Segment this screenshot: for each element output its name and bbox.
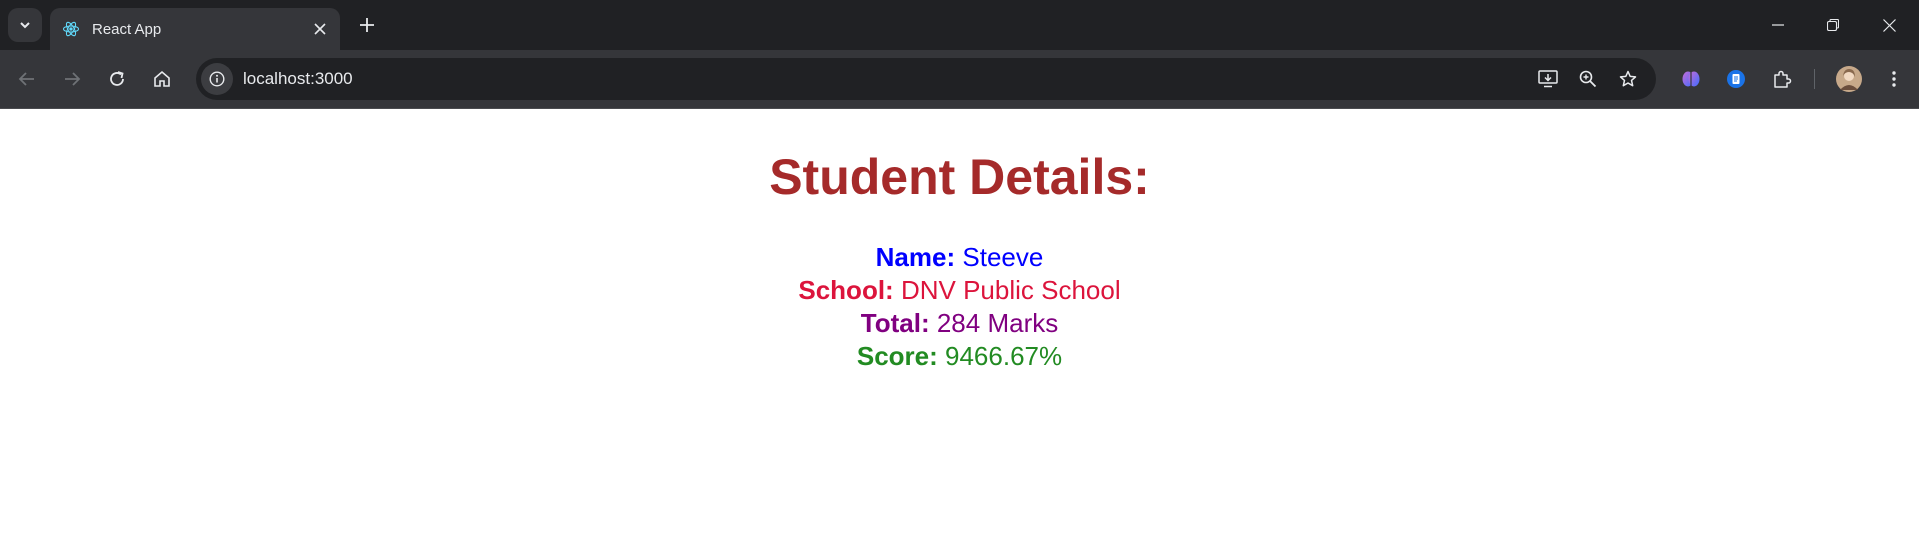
student-total-value: 284 Marks [936, 308, 1059, 338]
reload-icon [110, 71, 124, 86]
tab-title: React App [92, 20, 162, 38]
forward-button[interactable] [56, 63, 88, 95]
tab-search-icon [20, 22, 30, 29]
student-name-label: Name: [875, 242, 956, 272]
star-icon [1619, 70, 1637, 87]
extension-doc-icon [1727, 70, 1745, 88]
avatar [1836, 66, 1862, 92]
install-app-button[interactable] [1532, 63, 1564, 95]
address-bar[interactable]: localhost:3000 [196, 58, 1656, 100]
zoom-icon [1579, 70, 1597, 88]
tab-search-button[interactable] [8, 8, 42, 42]
student-score-value: 9466.67% [945, 341, 1063, 371]
toolbar-divider [1814, 69, 1815, 89]
window-close-button[interactable] [1866, 0, 1912, 50]
url-text[interactable]: localhost:3000 [243, 69, 1532, 89]
install-app-icon [1538, 70, 1558, 88]
minimize-icon [1772, 24, 1784, 26]
back-button[interactable] [11, 63, 43, 95]
student-name-row: Name: Steeve [0, 241, 1919, 274]
toolbar-bottom-border [0, 108, 1919, 109]
student-total-row: Total: 284 Marks [0, 307, 1919, 340]
page-title: Student Details: [769, 149, 1150, 205]
bookmark-button[interactable] [1612, 63, 1644, 95]
home-icon [154, 70, 170, 87]
reload-button[interactable] [101, 63, 133, 95]
student-total-label: Total: [860, 308, 930, 338]
browser-toolbar: localhost:3000 [0, 50, 1919, 108]
home-button[interactable] [146, 63, 178, 95]
minimize-button[interactable] [1755, 0, 1801, 50]
browser-titlebar: React App [0, 0, 1919, 50]
info-icon [209, 71, 225, 87]
extension-brain-icon [1682, 71, 1700, 87]
restore-icon [1827, 19, 1839, 31]
extensions-button[interactable] [1766, 63, 1798, 95]
back-arrow-icon [18, 72, 34, 86]
student-details: Name: Steeve School: DNV Public School T… [0, 241, 1919, 373]
profile-button[interactable] [1833, 63, 1865, 95]
kebab-menu-icon [1892, 71, 1896, 87]
student-score-row: Score: 9466.67% [0, 340, 1919, 373]
react-favicon-icon [62, 20, 80, 38]
window-close-icon [1882, 18, 1896, 32]
plus-icon [360, 18, 374, 32]
tab-close-button[interactable] [308, 17, 332, 41]
student-score-label: Score: [856, 341, 938, 371]
page-content: Student Details: Name: Steeve School: DN… [0, 147, 1919, 373]
student-school-label: School: [798, 275, 894, 305]
tab-react-app[interactable]: React App [50, 8, 340, 50]
puzzle-icon [1774, 70, 1792, 88]
close-icon [314, 23, 326, 35]
student-school-row: School: DNV Public School [0, 274, 1919, 307]
site-info-button[interactable] [201, 63, 233, 95]
restore-button[interactable] [1810, 0, 1856, 50]
zoom-button[interactable] [1572, 63, 1604, 95]
extension-brain-button[interactable] [1675, 63, 1707, 95]
browser-menu-button[interactable] [1878, 63, 1910, 95]
extension-doc-button[interactable] [1720, 63, 1752, 95]
forward-arrow-icon [65, 72, 81, 86]
student-name-value: Steeve [962, 242, 1044, 272]
student-school-value: DNV Public School [900, 275, 1121, 305]
new-tab-button[interactable] [354, 12, 380, 38]
